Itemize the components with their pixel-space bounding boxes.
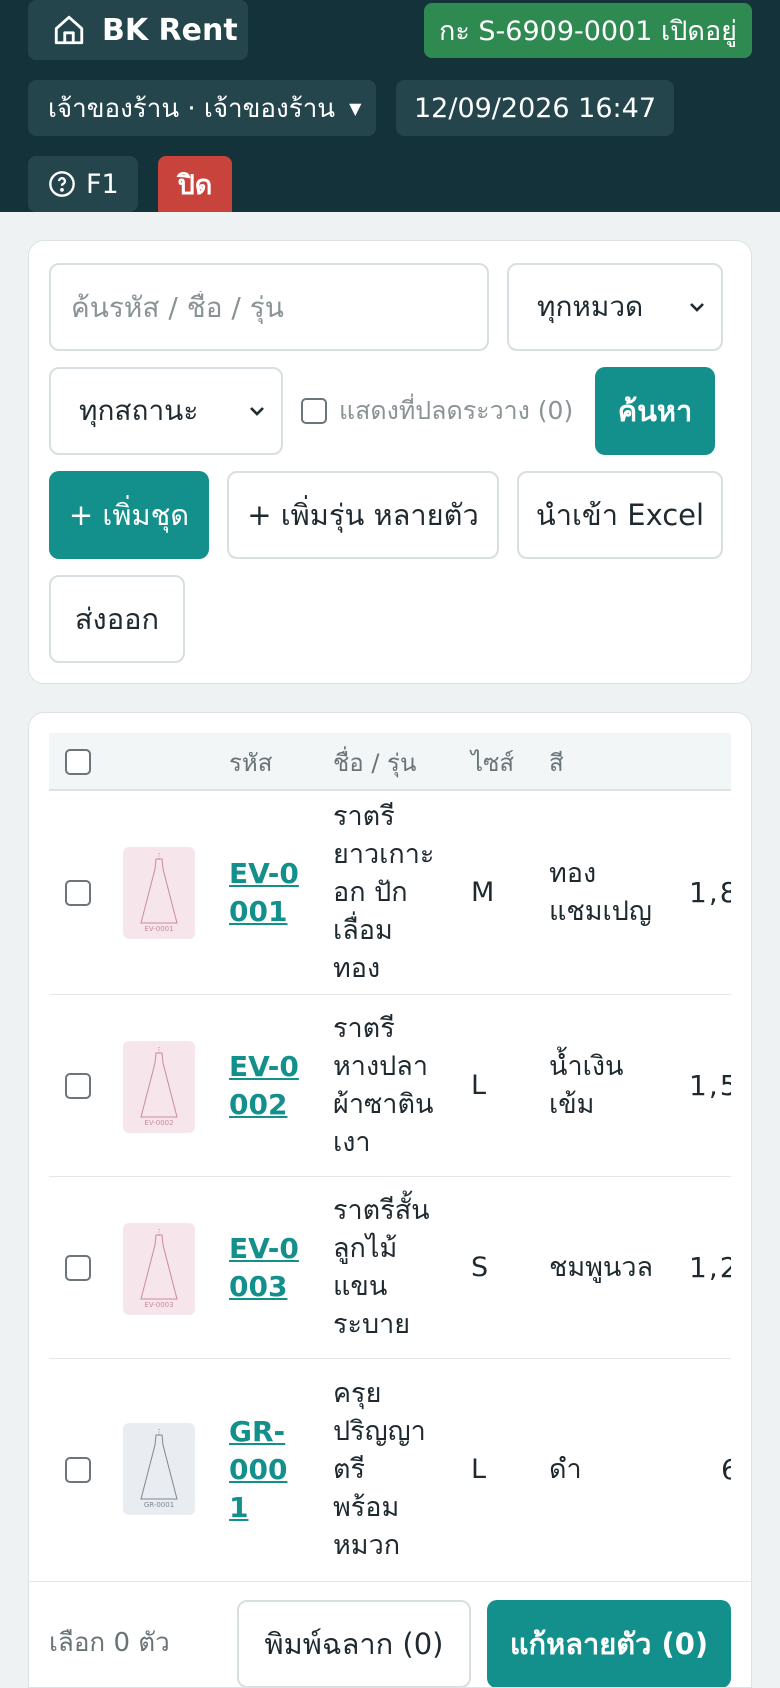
product-price-cell: 1,2 <box>689 1251 731 1284</box>
show-discontinued-label: แสดงที่ปลดระวาง (0) <box>339 396 574 425</box>
table-header: รหัส ชื่อ / รุ่น ไซส์ สี <box>49 733 731 791</box>
category-selected-value: ทุกหมวด <box>537 290 644 323</box>
product-size-cell: M <box>471 877 495 908</box>
help-button[interactable]: F1 <box>28 156 138 212</box>
select-all-checkbox[interactable] <box>65 749 91 775</box>
product-name-cell: ราตรีหางปลา ผ้าซาตินเงา <box>333 1013 434 1158</box>
top-bar: BK Rent กะ S-6909-0001 เปิดอยู่ เจ้าของร… <box>0 0 780 212</box>
status-selected-value: ทุกสถานะ <box>79 394 199 427</box>
product-name-cell: ราตรียาวเกาะอก ปักเลื่อมทอง <box>333 801 435 984</box>
product-color-cell: ชมพูนวล <box>549 1252 654 1283</box>
dress-thumbnail-image: EV-0001 <box>123 847 195 939</box>
show-discontinued-checkbox[interactable] <box>301 398 327 424</box>
brand-home-link[interactable]: BK Rent <box>28 0 248 60</box>
select-all-cell <box>65 733 91 791</box>
product-code-link[interactable]: EV-0003 <box>229 1230 301 1306</box>
product-price-cell: 6 <box>721 1359 731 1581</box>
row-select-cell <box>65 1177 91 1359</box>
svg-text:GR-0001: GR-0001 <box>144 1501 174 1509</box>
dress-thumbnail-image: EV-0002 <box>123 1041 195 1133</box>
product-price-cell: 1,8 <box>689 876 731 909</box>
product-color-cell: ทองแชมเปญ <box>549 858 652 927</box>
product-thumbnail[interactable]: EV-0003 <box>123 1223 195 1315</box>
search-input[interactable] <box>71 290 487 324</box>
row-checkbox[interactable] <box>65 1255 91 1281</box>
brand-name: BK Rent <box>102 12 238 48</box>
product-color-cell: น้ำเงินเข้ม <box>549 1051 624 1120</box>
status-select[interactable]: ทุกสถานะ <box>49 367 283 455</box>
product-code-cell: EV-0002 <box>229 995 309 1177</box>
product-code-link[interactable]: GR-0001 <box>229 1413 301 1527</box>
help-label: F1 <box>86 168 119 200</box>
product-size-cell: L <box>471 1454 487 1485</box>
table-row[interactable]: EV-0002 EV-0002 ราตรีหางปลา ผ้าซาตินเงา … <box>49 995 731 1177</box>
export-button[interactable]: ส่งออก <box>49 575 185 663</box>
caret-down-icon: ▼ <box>349 98 362 118</box>
product-size-cell: L <box>471 1070 487 1101</box>
row-select-cell <box>65 1359 91 1581</box>
product-name-cell: ราตรีสั้นลูกไม้ แขนระบาย <box>333 1195 430 1340</box>
row-select-cell <box>65 791 91 995</box>
product-code-cell: GR-0001 <box>229 1359 309 1581</box>
selected-count: เลือก 0 ตัว <box>49 1627 170 1658</box>
category-select[interactable]: ทุกหมวด <box>507 263 723 351</box>
chevron-down-icon <box>690 303 704 312</box>
column-header-size[interactable]: ไซส์ <box>471 733 514 791</box>
bulk-edit-button[interactable]: แก้หลายตัว (0) <box>487 1600 731 1687</box>
home-icon <box>54 15 84 45</box>
product-thumbnail[interactable]: GR-0001 <box>123 1423 195 1515</box>
add-multiple-variants-button[interactable]: + เพิ่มรุ่น หลายตัว <box>227 471 499 559</box>
show-discontinued-toggle[interactable]: แสดงที่ปลดระวาง (0) <box>301 367 573 455</box>
chevron-down-icon <box>250 407 264 416</box>
column-header-name[interactable]: ชื่อ / รุ่น <box>333 733 416 791</box>
import-excel-button[interactable]: นำเข้า Excel <box>517 471 723 559</box>
row-select-cell <box>65 995 91 1177</box>
product-thumbnail[interactable]: EV-0001 <box>123 847 195 939</box>
inventory-table-card: รหัส ชื่อ / รุ่น ไซส์ สี EV-0001 EV-0001… <box>28 712 752 1688</box>
column-header-color[interactable]: สี <box>549 733 564 791</box>
gown-thumbnail-image: GR-0001 <box>123 1423 195 1515</box>
row-checkbox[interactable] <box>65 880 91 906</box>
question-circle-icon <box>49 171 75 197</box>
product-color-cell: ดำ <box>549 1454 582 1485</box>
column-header-code[interactable]: รหัส <box>229 733 272 791</box>
inventory-table[interactable]: รหัส ชื่อ / รุ่น ไซส์ สี EV-0001 EV-0001… <box>49 733 731 1581</box>
product-code-link[interactable]: EV-0002 <box>229 1048 301 1124</box>
product-code-cell: EV-0003 <box>229 1177 309 1359</box>
svg-text:EV-0001: EV-0001 <box>144 925 173 933</box>
print-labels-button[interactable]: พิมพ์ฉลาก (0) <box>237 1600 471 1687</box>
product-name-cell: ครุยปริญญาตรี พร้อมหมวก <box>333 1378 426 1561</box>
product-code-link[interactable]: EV-0001 <box>229 855 301 931</box>
row-checkbox[interactable] <box>65 1457 91 1483</box>
table-row[interactable]: EV-0001 EV-0001 ราตรียาวเกาะอก ปักเลื่อม… <box>49 791 731 995</box>
bulk-action-bar: เลือก 0 ตัว พิมพ์ฉลาก (0) แก้หลายตัว (0) <box>29 1581 751 1687</box>
close-shift-button[interactable]: ปิด <box>158 156 232 212</box>
search-field[interactable] <box>49 263 489 351</box>
product-size-cell: S <box>471 1252 489 1283</box>
current-datetime: 12/09/2026 16:47 <box>396 80 674 136</box>
row-checkbox[interactable] <box>65 1073 91 1099</box>
shift-status-badge[interactable]: กะ S-6909-0001 เปิดอยู่ <box>424 3 752 58</box>
user-menu[interactable]: เจ้าของร้าน · เจ้าของร้าน ▼ <box>28 80 376 136</box>
user-label: เจ้าของร้าน · เจ้าของร้าน <box>48 93 336 124</box>
product-price-cell: 1,5 <box>689 1069 731 1102</box>
product-code-cell: EV-0001 <box>229 791 309 995</box>
table-row[interactable]: EV-0003 EV-0003 ราตรีสั้นลูกไม้ แขนระบาย… <box>49 1177 731 1359</box>
table-row[interactable]: GR-0001 GR-0001 ครุยปริญญาตรี พร้อมหมวก … <box>49 1359 731 1581</box>
svg-text:EV-0002: EV-0002 <box>144 1119 173 1127</box>
search-button[interactable]: ค้นหา <box>595 367 715 455</box>
product-thumbnail[interactable]: EV-0002 <box>123 1041 195 1133</box>
svg-text:EV-0003: EV-0003 <box>144 1301 173 1309</box>
add-set-button[interactable]: + เพิ่มชุด <box>49 471 209 559</box>
filter-panel: ทุกหมวด ทุกสถานะ แสดงที่ปลดระวาง (0) ค้น… <box>28 240 752 684</box>
dress-thumbnail-image: EV-0003 <box>123 1223 195 1315</box>
